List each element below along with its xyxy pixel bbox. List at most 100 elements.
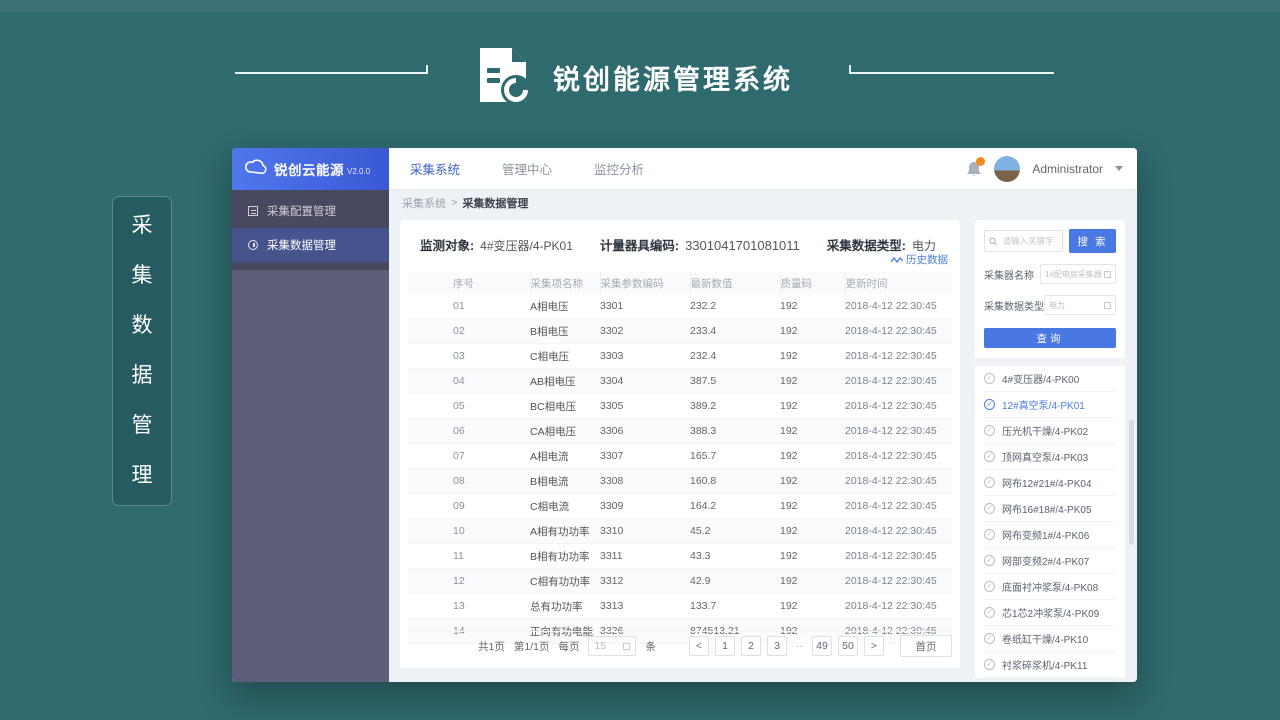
notification-badge — [976, 157, 985, 166]
meter-value: 3301041701081011 — [685, 238, 800, 253]
scrollbar-thumb[interactable] — [1129, 420, 1134, 545]
collector-label: 采集器名称 — [984, 267, 1034, 282]
filter-panel: 搜 索 采集器名称 1#配电房采集器 采集数据类型 电力 — [975, 220, 1125, 678]
monitor-value: 4#变压器/4-PK01 — [480, 239, 573, 253]
device-list-item[interactable]: ✓ 衬浆碎浆机/4-PK11 — [984, 652, 1116, 678]
breadcrumb: 采集系统 > 采集数据管理 — [389, 190, 1137, 216]
sidebar-logo: 锐创云能源 V2.0.0 — [232, 148, 389, 190]
collector-select[interactable]: 1#配电房采集器 — [1040, 264, 1116, 284]
content-area: 监测对象: 4#变压器/4-PK01 计量器具编码: 330104170108101… — [389, 216, 1137, 682]
panel-divider — [975, 358, 1125, 366]
datatype-filter-row: 采集数据类型 电力 — [984, 295, 1116, 315]
select-toggle-icon — [623, 643, 630, 650]
page-button[interactable]: 2 — [741, 636, 761, 656]
check-circle-icon: ✓ — [984, 555, 995, 566]
datatype-select[interactable]: 电力 — [1044, 295, 1116, 315]
query-button[interactable]: 查询 — [984, 328, 1116, 348]
breadcrumb-parent[interactable]: 采集系统 — [402, 195, 446, 211]
top-nav: 采集系统管理中心监控分析 Administrator — [389, 148, 1137, 190]
collector-value: 1#配电房采集器 — [1045, 269, 1102, 280]
banner-left-tick — [426, 65, 428, 74]
device-name: 网部变频2#/4-PK07 — [1002, 553, 1089, 568]
logo-text: 锐创云能源 — [274, 159, 344, 179]
datatype-label: 采集数据类型 — [984, 298, 1044, 313]
table-row: 07A相电流3307 165.71922018-4-12 22:30:45 — [408, 444, 952, 469]
search-icon — [989, 236, 998, 247]
table-row: 01A相电压3301 232.21922018-4-12 22:30:45 — [408, 294, 952, 319]
app-window: 锐创云能源 V2.0.0 采集配置管理 采集数据管理 采集系统 管理中心 监控分析 — [232, 148, 1137, 682]
check-circle-icon: ✓ — [984, 373, 995, 384]
table-row: 13总有功功率3313 133.71922018-4-12 22:30:45 — [408, 594, 952, 619]
avatar[interactable] — [994, 156, 1020, 182]
per-page-select[interactable]: 15 — [588, 636, 636, 656]
per-page-value: 15 — [594, 640, 606, 652]
column-header: 序号 — [408, 272, 530, 294]
device-name: 底面衬冲浆泵/4-PK08 — [1002, 579, 1098, 594]
nav-item[interactable]: 采集系统 — [410, 159, 460, 178]
chevron-down-icon[interactable] — [1115, 166, 1123, 171]
page-button[interactable]: 49 — [812, 636, 832, 656]
device-list-item[interactable]: ✓ 网布12#21#/4-PK04 — [984, 470, 1116, 496]
table-row: 02B相电压3302 233.41922018-4-12 22:30:45 — [408, 319, 952, 344]
table-row: 04AB相电压3304 387.51922018-4-12 22:30:45 — [408, 369, 952, 394]
sidebar-item[interactable]: 采集配置管理 — [232, 194, 389, 228]
document-refresh-icon — [474, 46, 534, 109]
device-name: 网布变频1#/4-PK06 — [1002, 527, 1089, 542]
first-page-button[interactable]: 首页 — [900, 635, 952, 657]
info-bar: 监测对象: 4#变压器/4-PK01 计量器具编码: 330104170108101… — [400, 220, 960, 254]
search-input[interactable] — [1001, 235, 1058, 247]
sidebar-item-label: 采集配置管理 — [267, 203, 336, 219]
device-name: 压光机干燥/4-PK02 — [1002, 423, 1088, 438]
device-list-item[interactable]: ✓ 12#真空泵/4-PK01 — [984, 392, 1116, 418]
check-circle-icon: ✓ — [984, 425, 995, 436]
device-name: 芯1芯2冲浆泵/4-PK09 — [1002, 605, 1099, 620]
check-circle-icon: ✓ — [984, 581, 995, 592]
table-row: 03C相电压3303 232.41922018-4-12 22:30:45 — [408, 344, 952, 369]
page-button[interactable]: 1 — [715, 636, 735, 656]
history-link-label: 历史数据 — [906, 252, 948, 267]
breadcrumb-separator: > — [451, 197, 457, 209]
prev-page-button[interactable]: < — [689, 636, 709, 656]
monitor-object: 监测对象: 4#变压器/4-PK01 — [420, 235, 573, 254]
banner-left-line — [235, 72, 428, 74]
table-row: 12C相有功功率3312 42.91922018-4-12 22:30:45 — [408, 569, 952, 594]
search-row: 搜 索 — [984, 229, 1116, 253]
device-list-item[interactable]: ✓ 底面衬冲浆泵/4-PK08 — [984, 574, 1116, 600]
notification-bell-icon[interactable] — [966, 160, 982, 178]
history-data-link[interactable]: 历史数据 — [891, 252, 948, 267]
main-area: 采集系统管理中心监控分析 Administrator 采集系统 > 采 — [389, 148, 1137, 682]
select-toggle-icon — [1104, 302, 1111, 309]
search-button[interactable]: 搜 索 — [1069, 229, 1116, 253]
table-body: 01A相电压3301 232.21922018-4-12 22:30:45 02… — [408, 294, 952, 644]
page-list: 123··4950 — [715, 636, 858, 656]
device-list-item[interactable]: ✓ 压光机干燥/4-PK02 — [984, 418, 1116, 444]
table-row: 10A相有功功率3310 45.21922018-4-12 22:30:45 — [408, 519, 952, 544]
monitor-label: 监测对象: — [420, 239, 474, 253]
check-circle-icon: ✓ — [984, 399, 995, 410]
device-list: ✓ 4#变压器/4-PK00 ✓ 12#真空泵/4-PK01 ✓ 压光机干燥/4… — [984, 366, 1116, 678]
device-name: 衬浆碎浆机/4-PK11 — [1002, 657, 1087, 672]
next-page-button[interactable]: > — [864, 636, 884, 656]
sidebar-item[interactable]: 采集数据管理 — [232, 228, 389, 262]
device-list-item[interactable]: ✓ 卷纸缸干燥/4-PK10 — [984, 626, 1116, 652]
device-list-item[interactable]: ✓ 网布16#18#/4-PK05 — [984, 496, 1116, 522]
trend-line-icon — [891, 256, 903, 264]
topnav-items: 采集系统 管理中心 监控分析 — [410, 159, 686, 178]
device-list-item[interactable]: ✓ 4#变压器/4-PK00 — [984, 366, 1116, 392]
pagination-bar: 共1页 第1/1页 每页 15 条 < 123··4950 — [408, 631, 952, 660]
meter-label: 计量器具编码: — [600, 239, 679, 253]
page: 锐创能源管理系统 采 集 数 据 管 理 锐创云能源 V2.0.0 采集配置管理… — [0, 0, 1280, 720]
nav-item[interactable]: 监控分析 — [594, 159, 644, 178]
device-list-item[interactable]: ✓ 芯1芯2冲浆泵/4-PK09 — [984, 600, 1116, 626]
per-page-label: 每页 — [558, 639, 579, 654]
nav-item[interactable]: 管理中心 — [502, 159, 552, 178]
device-list-item[interactable]: ✓ 网部变频2#/4-PK07 — [984, 548, 1116, 574]
device-list-item[interactable]: ✓ 顶网真空泵/4-PK03 — [984, 444, 1116, 470]
column-header: 采集项名称 — [530, 272, 600, 294]
datatype-value: 电力 — [1049, 300, 1065, 311]
table-row: 09C相电流3309 164.21922018-4-12 22:30:45 — [408, 494, 952, 519]
page-button[interactable]: 50 — [838, 636, 858, 656]
page-button[interactable]: 3 — [767, 636, 787, 656]
column-header: 更新时间 — [845, 272, 952, 294]
device-list-item[interactable]: ✓ 网布变频1#/4-PK06 — [984, 522, 1116, 548]
